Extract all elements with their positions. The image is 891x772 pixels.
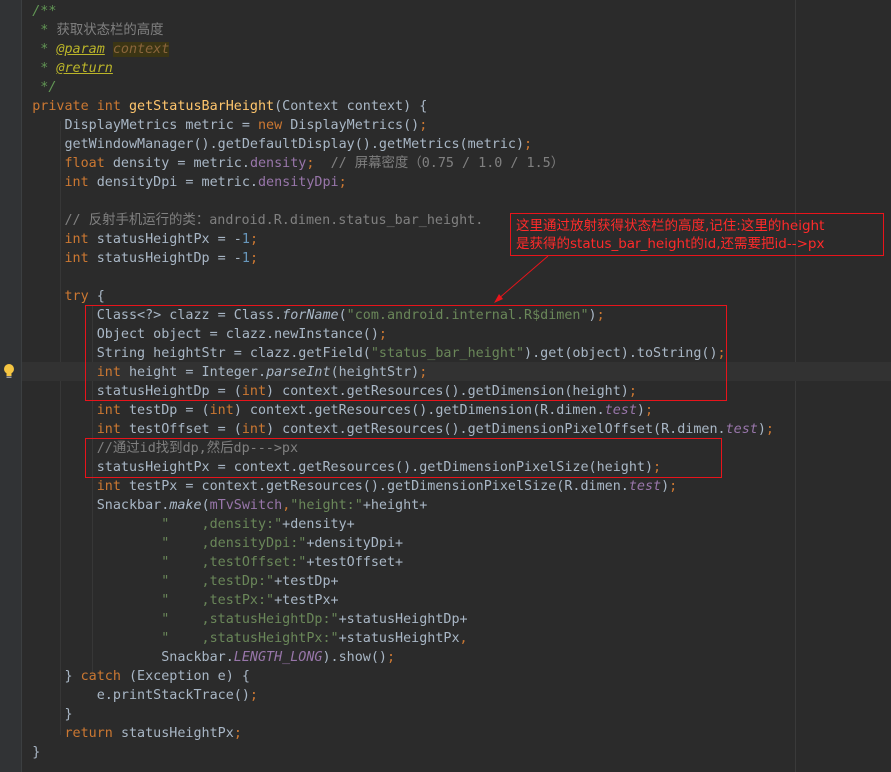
code-editor[interactable]: /** * 获取状态栏的高度 * @param context * @retur… xyxy=(0,0,891,772)
annotation-line-2: 是获得的status_bar_height的id,还需要把id-->px xyxy=(516,236,825,252)
annotation-arrow xyxy=(494,255,549,303)
annotation-line-1: 这里通过放射获得状态栏的高度,记住:这里的height xyxy=(516,218,825,234)
annotation-callout: 这里通过放射获得状态栏的高度,记住:这里的height 是获得的status_b… xyxy=(510,213,884,256)
